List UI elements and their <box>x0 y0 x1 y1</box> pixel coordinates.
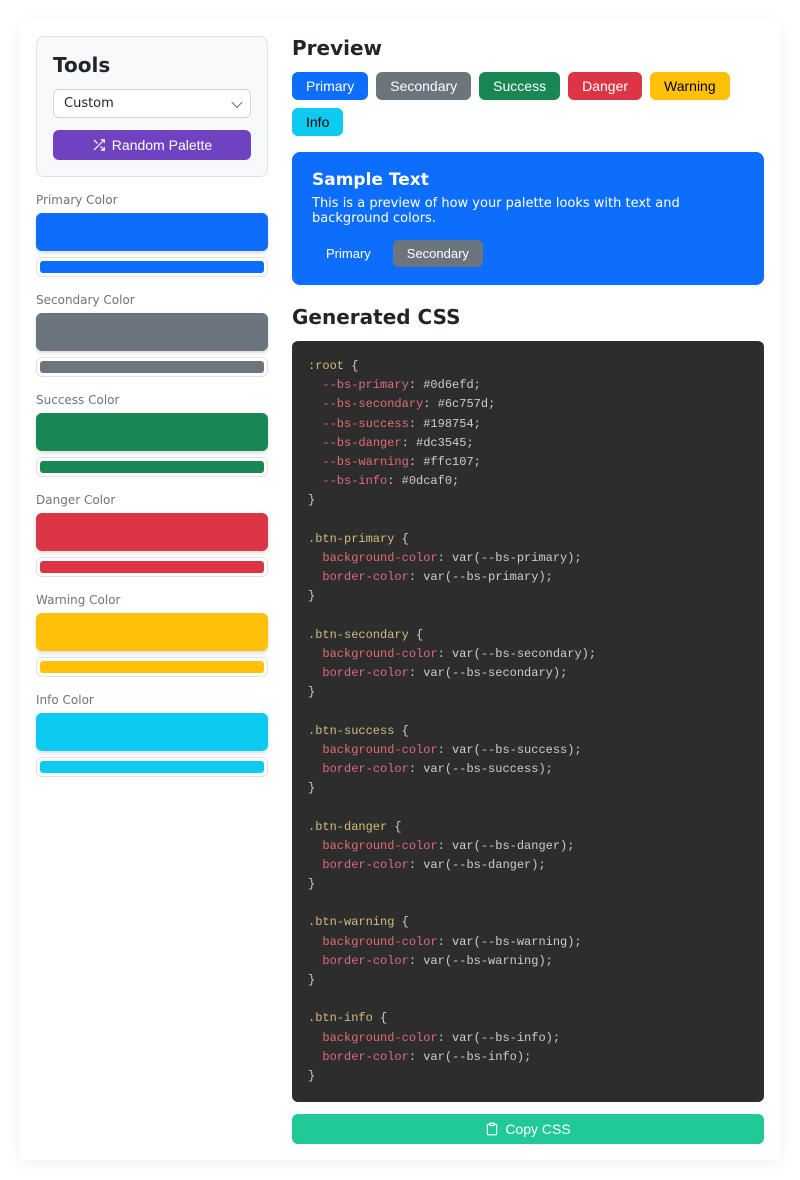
color-label: Success Color <box>36 393 268 407</box>
generated-css-section: Generated CSS :root { --bs-primary: #0d6… <box>292 305 764 1144</box>
color-block: Warning Color <box>36 593 268 677</box>
random-palette-button[interactable]: Random Palette <box>53 130 251 160</box>
copy-css-button[interactable]: Copy CSS <box>292 1114 764 1144</box>
hex-input[interactable] <box>36 757 268 777</box>
generated-css-code[interactable]: :root { --bs-primary: #0d6efd; --bs-seco… <box>292 341 764 1102</box>
color-block: Info Color <box>36 693 268 777</box>
sidebar: Tools Custom Random Palette Primary Colo… <box>36 36 268 1144</box>
copy-css-label: Copy CSS <box>505 1121 570 1137</box>
preview-button[interactable]: Info <box>292 108 343 136</box>
color-swatch[interactable] <box>36 313 268 351</box>
color-label: Info Color <box>36 693 268 707</box>
preview-button-row: Primary Secondary Success Danger Warning Info <box>292 72 764 136</box>
hex-input[interactable] <box>36 357 268 377</box>
color-block: Secondary Color <box>36 293 268 377</box>
generated-css-title: Generated CSS <box>292 305 764 329</box>
color-label: Danger Color <box>36 493 268 507</box>
clipboard-icon <box>485 1122 499 1136</box>
color-block: Primary Color <box>36 193 268 277</box>
preset-select-wrap[interactable]: Custom <box>53 89 251 118</box>
sample-card: Sample Text This is a preview of how you… <box>292 152 764 285</box>
color-label: Secondary Color <box>36 293 268 307</box>
preview-section: Preview Primary Secondary Success Danger War… <box>292 36 764 285</box>
hex-input[interactable] <box>36 557 268 577</box>
color-block: Success Color <box>36 393 268 477</box>
tools-card: Tools Custom Random Palette <box>36 36 268 177</box>
random-palette-label: Random Palette <box>112 137 212 153</box>
preview-button[interactable]: Danger <box>568 72 642 100</box>
color-label: Warning Color <box>36 593 268 607</box>
preview-button[interactable]: Success <box>479 72 560 100</box>
tools-title: Tools <box>53 53 251 77</box>
color-swatch[interactable] <box>36 713 268 751</box>
hex-input[interactable] <box>36 657 268 677</box>
preset-select[interactable]: Custom <box>53 89 251 118</box>
preview-button[interactable]: Warning <box>650 72 730 100</box>
color-label: Primary Color <box>36 193 268 207</box>
sample-body: This is a preview of how your palette lo… <box>312 196 744 226</box>
hex-input[interactable] <box>36 457 268 477</box>
shuffle-icon <box>92 138 106 152</box>
color-block: Danger Color <box>36 493 268 577</box>
color-swatch[interactable] <box>36 613 268 651</box>
color-swatch[interactable] <box>36 213 268 251</box>
sample-primary-button[interactable]: Primary <box>312 240 385 267</box>
color-swatch[interactable] <box>36 513 268 551</box>
color-swatch[interactable] <box>36 413 268 451</box>
preview-button[interactable]: Primary <box>292 72 368 100</box>
preview-button[interactable]: Secondary <box>376 72 471 100</box>
hex-input[interactable] <box>36 257 268 277</box>
sample-title: Sample Text <box>312 170 744 190</box>
main: Preview Primary Secondary Success Danger War… <box>292 36 764 1144</box>
sample-secondary-button[interactable]: Secondary <box>393 240 483 267</box>
preview-title: Preview <box>292 36 764 60</box>
